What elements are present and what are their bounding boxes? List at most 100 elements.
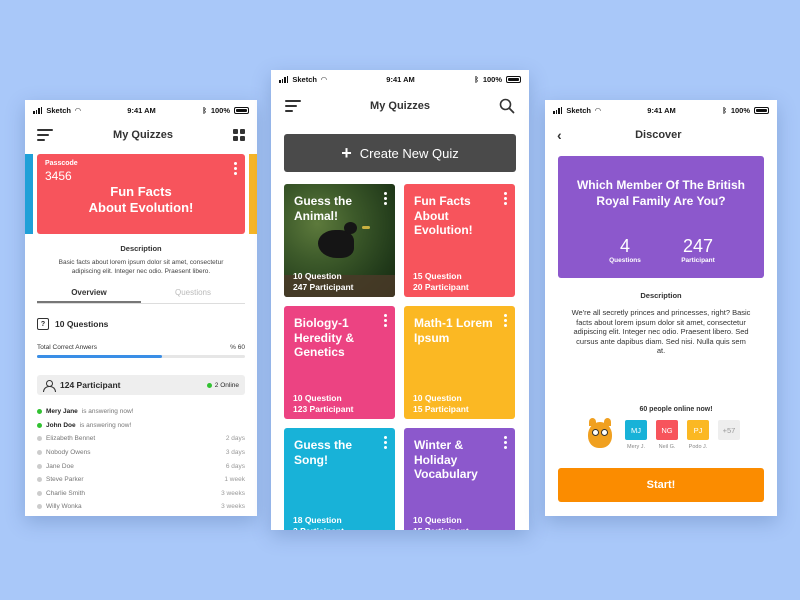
question-icon: ? xyxy=(37,318,49,330)
online-avatar[interactable]: NG Neil G. xyxy=(656,420,678,450)
quiz-card[interactable]: Biology-1 Heredity & Genetics 10 Question… xyxy=(284,306,395,419)
status-bar: Sketch ◠ 9:41 AM ᛒ 100% xyxy=(271,70,529,88)
description-text: We're all secretly princes and princesse… xyxy=(571,308,751,355)
participant-name-cell: Charlie Smith xyxy=(37,490,89,497)
status-dot-icon xyxy=(37,504,42,510)
questions-value: 4 xyxy=(619,236,630,256)
more-avatars-count: +57 xyxy=(718,420,740,440)
quiz-card-stats: 10 Question 247 Participant xyxy=(293,271,353,293)
participant-row[interactable]: Mery Jane is answering now! xyxy=(37,405,245,419)
participant-row[interactable]: Nobody Owens 3 days xyxy=(37,446,245,460)
battery-icon xyxy=(754,106,769,114)
quiz-card-title: Guess the Song! xyxy=(294,438,353,467)
quiz-carousel[interactable]: Passcode 3456 Fun Facts About Evolution! xyxy=(25,154,257,234)
battery-label: 100% xyxy=(730,105,750,115)
quiz-card[interactable]: Guess the Animal! 10 Question 247 Particip… xyxy=(284,184,395,297)
status-bar: Sketch ◠ 9:41 AM ᛒ 100% xyxy=(25,100,257,120)
discover-quiz-card[interactable]: Which Member Of The British Royal Family… xyxy=(558,156,764,278)
quiz-participant-count: 247 Participant xyxy=(293,282,354,292)
menu-icon[interactable] xyxy=(285,100,301,112)
status-dot-icon xyxy=(37,490,42,496)
description-heading: Description xyxy=(120,244,162,253)
page-title: My Quizzes xyxy=(370,100,430,112)
quiz-question-count: 10 Question xyxy=(413,515,462,525)
carrier-label: Sketch xyxy=(292,74,317,84)
more-options-icon[interactable] xyxy=(504,436,507,449)
progress-value: % 60 xyxy=(230,344,245,351)
participant-name: Mery Jane xyxy=(46,408,78,416)
tab-questions[interactable]: Questions xyxy=(141,288,245,303)
phone-screen-my-quizzes: Sketch ◠ 9:41 AM ᛒ 100% My Quizzes + Cre… xyxy=(271,70,529,530)
avatar-initials: NG xyxy=(656,420,678,440)
more-options-icon[interactable] xyxy=(234,162,237,175)
tab-overview[interactable]: Overview xyxy=(37,288,141,303)
participant-status: is answering now! xyxy=(81,408,134,416)
questions-label: Questions xyxy=(609,257,641,264)
clock: 9:41 AM xyxy=(647,105,676,115)
signal-icon xyxy=(279,75,289,83)
progress-row: Total Correct Anwers % 60 xyxy=(25,330,257,351)
participant-row[interactable]: Jane Doe 6 days xyxy=(37,459,245,473)
clock: 9:41 AM xyxy=(127,105,156,115)
more-options-icon[interactable] xyxy=(504,314,507,327)
quiz-card[interactable]: Guess the Song! 18 Question3 Participant xyxy=(284,428,395,530)
quiz-card[interactable]: Math-1 Lorem Ipsum 10 Question 15 Particip… xyxy=(404,306,515,419)
quiz-card-title: Biology-1 Heredity & Genetics xyxy=(294,316,355,359)
bluetooth-icon: ᛒ xyxy=(202,105,207,115)
more-options-icon[interactable] xyxy=(384,436,387,449)
quiz-participant-count: 20 Participant xyxy=(413,282,469,292)
participant-name: Charlie Smith xyxy=(46,489,86,497)
quiz-question-count: 10 Question xyxy=(413,393,462,403)
create-quiz-button[interactable]: + Create New Quiz xyxy=(284,134,516,172)
participant-row[interactable]: Elizabeth Bennet 2 days xyxy=(37,432,245,446)
quiz-participant-count: 3 Participant xyxy=(293,526,344,530)
participant-row[interactable]: John Doe is answering now! xyxy=(37,419,245,433)
online-now-text: 60 people online now! xyxy=(639,406,713,413)
quiz-question-count: 15 Question xyxy=(413,271,462,281)
participant-time: 3 days xyxy=(225,449,245,457)
start-button[interactable]: Start! xyxy=(558,468,764,502)
participant-name: John Doe xyxy=(46,421,76,429)
carousel-prev-card[interactable] xyxy=(25,154,33,234)
participant-name-cell: Mery Jane is answering now! xyxy=(37,408,133,415)
search-icon[interactable] xyxy=(499,98,515,114)
quiz-card[interactable]: Fun Facts About Evolution! 15 Question 20 … xyxy=(404,184,515,297)
bird-beak-image xyxy=(362,226,370,229)
carousel-next-card[interactable] xyxy=(249,154,257,234)
progress-bar xyxy=(37,355,245,358)
carrier-label: Sketch xyxy=(566,105,591,115)
quiz-card-stats: 10 Question15 Participant xyxy=(413,515,469,530)
online-avatar[interactable]: MJ Mery J. xyxy=(625,420,647,450)
quiz-participant-count: 15 Participant xyxy=(413,404,469,414)
quiz-grid: Guess the Animal! 10 Question 247 Particip… xyxy=(284,184,516,530)
status-dot-icon xyxy=(37,422,42,428)
menu-icon[interactable] xyxy=(37,129,53,141)
wifi-icon: ◠ xyxy=(594,105,601,115)
participant-time: 2 days xyxy=(225,435,245,443)
quiz-card-stats: 10 Question 123 Participant xyxy=(293,393,353,415)
participants-header[interactable]: 124 Participant 2 Online xyxy=(37,375,245,395)
more-options-icon[interactable] xyxy=(384,192,387,205)
stat-questions: 4 Questions xyxy=(595,236,655,264)
grid-view-icon[interactable] xyxy=(233,129,245,141)
quiz-card[interactable]: Winter & Holiday Vocabulary 10 Question15… xyxy=(404,428,515,530)
more-options-icon[interactable] xyxy=(384,314,387,327)
quiz-card-title-line2: About Evolution! xyxy=(88,200,194,215)
more-avatars[interactable]: +57 xyxy=(718,420,740,450)
participant-row[interactable]: Charlie Smith 3 weeks xyxy=(37,487,245,501)
participant-time: 1 week xyxy=(224,476,245,484)
back-chevron-icon[interactable]: ‹ xyxy=(557,127,562,143)
quiz-card[interactable]: Passcode 3456 Fun Facts About Evolution! xyxy=(37,154,245,234)
participants-value: 247 xyxy=(682,236,714,256)
more-options-icon[interactable] xyxy=(504,192,507,205)
participant-row[interactable]: Willy Wonka 3 weeks xyxy=(37,500,245,514)
quiz-card-stats: 10 Question15 Participant xyxy=(413,393,469,415)
avatar-initials: MJ xyxy=(625,420,647,440)
online-avatar[interactable]: PJ Podo J. xyxy=(687,420,709,450)
participant-row[interactable]: Steve Parker 1 week xyxy=(37,473,245,487)
phone-screen-quiz-detail: Sketch ◠ 9:41 AM ᛒ 100% My Quizzes Passc… xyxy=(25,100,257,516)
participant-time: 3 weeks xyxy=(221,489,245,497)
stat-participants: 247 Participant xyxy=(668,236,728,264)
tab-bar: Overview Questions xyxy=(37,288,245,304)
participant-time: 6 days xyxy=(225,462,245,470)
